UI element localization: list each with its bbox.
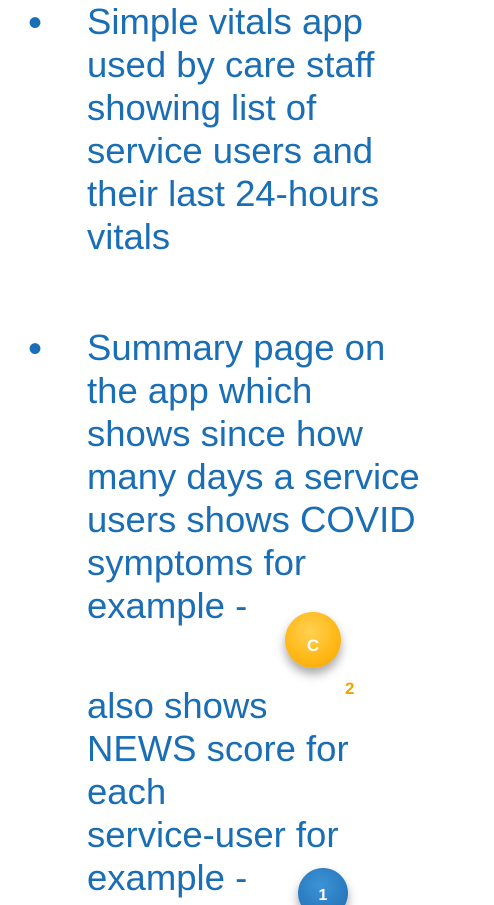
- bullet-marker: •: [28, 1, 43, 45]
- text-line: also shows: [87, 685, 268, 726]
- text-line: NEWS score for: [87, 728, 349, 769]
- bullet-text: Summary page on the app which shows sinc…: [87, 326, 420, 627]
- text-line: service-user for: [87, 814, 339, 855]
- text-line: vitals: [87, 216, 171, 257]
- text-line: Simple vitals app: [87, 1, 363, 42]
- bullet-text: Simple vitals app used by care staff sho…: [87, 0, 379, 258]
- text-line: shows since how: [87, 413, 363, 454]
- covid-badge-label: C: [306, 635, 320, 655]
- bullet-marker: •: [28, 327, 43, 371]
- text-line: showing list of: [87, 87, 317, 128]
- text-line: used by care staff: [87, 44, 375, 85]
- text-line: their last 24-hours: [87, 173, 380, 214]
- text-line: symptoms for: [87, 542, 307, 583]
- text-line: the app which: [87, 370, 313, 411]
- bullet-continuation-text: also shows NEWS score for each service-u…: [87, 684, 349, 899]
- news-badge-label: 1: [318, 887, 328, 904]
- text-line: example -: [87, 585, 248, 626]
- footnote-number: 2: [345, 679, 355, 698]
- text-line: each: [87, 771, 167, 812]
- text-line: Summary page on: [87, 327, 386, 368]
- covid-badge: C: [285, 612, 341, 668]
- text-line: users shows COVID: [87, 499, 416, 540]
- text-line: service users and: [87, 130, 374, 171]
- text-line: many days a service: [87, 456, 420, 497]
